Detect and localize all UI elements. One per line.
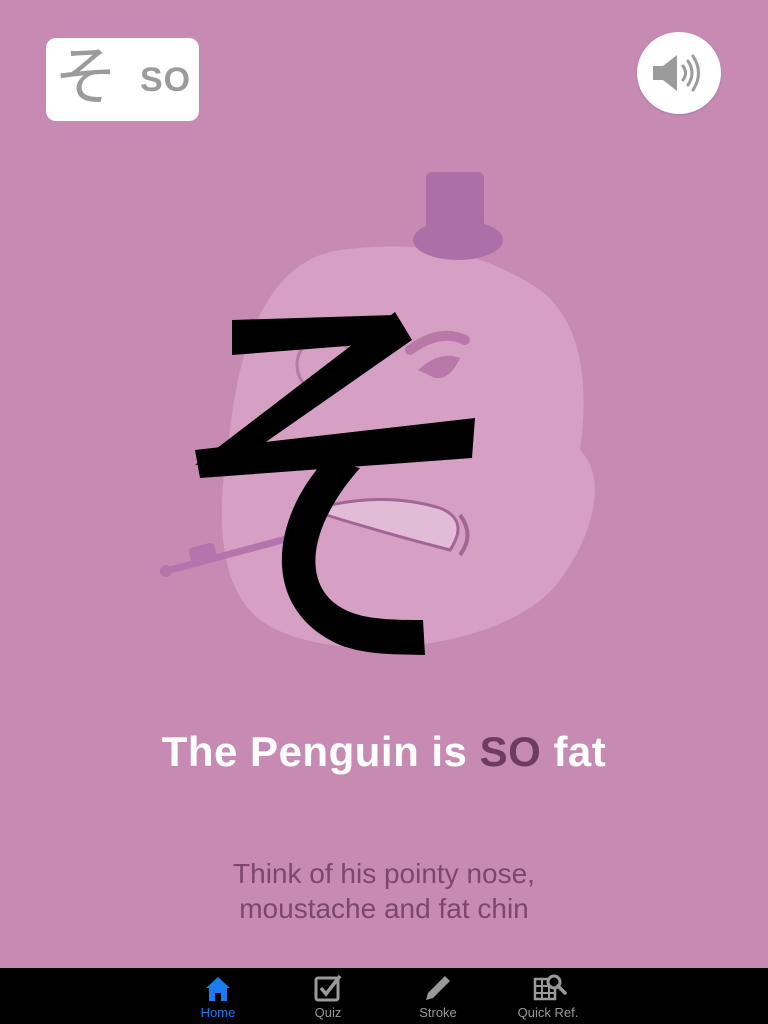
pencil-icon (426, 976, 450, 1000)
mnemonic-hint: Think of his pointy nose, moustache and … (0, 856, 768, 926)
tab-quick-ref-label: Quick Ref. (517, 1005, 579, 1020)
penguin-illustration (160, 172, 595, 655)
tab-bar: Home Quiz Stroke Quick Ref. (0, 968, 768, 1024)
hint-line-1: Think of his pointy nose, (233, 858, 535, 889)
headline-prefix: The Penguin is (161, 728, 480, 775)
badge-kana: そ (54, 41, 118, 115)
tab-home-label: Home (200, 1005, 236, 1020)
quiz-checkbox-icon (314, 974, 342, 1002)
badge-romaji: SO (140, 61, 192, 99)
home-icon (206, 977, 230, 1001)
grid-search-icon (533, 974, 567, 1001)
tab-stroke-label: Stroke (419, 1005, 457, 1020)
speaker-icon (653, 54, 700, 92)
mnemonic-headline: The Penguin is SO fat (0, 728, 768, 776)
headline-highlight: SO (479, 728, 542, 775)
tab-home[interactable]: Home (173, 968, 263, 1024)
tab-stroke[interactable]: Stroke (393, 968, 483, 1024)
tab-quick-ref[interactable]: Quick Ref. (503, 968, 593, 1024)
kana-badge: そ SO (46, 38, 199, 121)
hint-line-2: moustache and fat chin (239, 893, 529, 924)
headline-suffix: fat (541, 728, 607, 775)
tab-quiz[interactable]: Quiz (283, 968, 373, 1024)
top-hat-icon (413, 172, 503, 260)
tab-quiz-label: Quiz (314, 1005, 342, 1020)
play-sound-button[interactable] (637, 32, 721, 114)
